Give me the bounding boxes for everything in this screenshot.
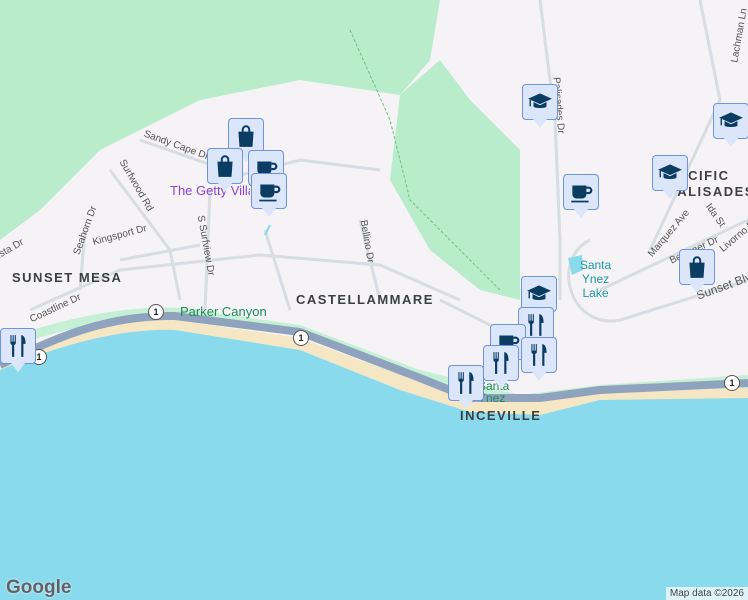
highway-1-shield: 1 xyxy=(148,304,164,320)
park-area-east xyxy=(390,60,520,300)
fork-knife-icon xyxy=(526,342,552,368)
graduation-cap-icon xyxy=(718,108,744,134)
coffee-cup-icon xyxy=(568,179,594,205)
fork-knife-icon xyxy=(523,312,549,338)
map-attribution[interactable]: Map data ©2026 xyxy=(665,587,748,600)
restaurant-marker[interactable] xyxy=(0,328,36,372)
graduation-cap-icon xyxy=(527,89,553,115)
google-logo: Google xyxy=(6,577,72,598)
shopping-marker[interactable] xyxy=(679,249,715,293)
highway-1-shield: 1 xyxy=(293,330,309,346)
shopping-marker[interactable] xyxy=(207,148,243,192)
restaurant-marker[interactable] xyxy=(448,365,484,409)
fork-knife-icon xyxy=(5,333,31,359)
cafe-marker[interactable] xyxy=(563,174,599,218)
coffee-cup-icon xyxy=(256,178,282,204)
area-label-castellammare: CASTELLAMMARE xyxy=(296,292,434,307)
restaurant-marker[interactable] xyxy=(521,337,557,381)
poi-parker-canyon[interactable]: Parker Canyon xyxy=(180,304,267,319)
graduation-cap-icon xyxy=(657,160,683,186)
graduation-cap-icon xyxy=(526,281,552,307)
fork-knife-icon xyxy=(453,370,479,396)
restaurant-marker[interactable] xyxy=(483,345,519,389)
park-area xyxy=(0,0,440,240)
school-marker[interactable] xyxy=(713,103,748,147)
shopping-bag-icon xyxy=(684,254,710,280)
area-label-inceville: INCEVILLE xyxy=(460,408,542,423)
area-label-sunset-mesa: SUNSET MESA xyxy=(12,270,123,285)
shopping-bag-icon xyxy=(233,123,259,149)
fork-knife-icon xyxy=(488,350,514,376)
poi-getty-villa[interactable]: The Getty Villa xyxy=(170,183,250,198)
school-marker[interactable] xyxy=(522,84,558,128)
cafe-marker[interactable] xyxy=(251,173,287,217)
school-marker[interactable] xyxy=(652,155,688,199)
poi-santa-ynez-lake[interactable]: Santa Ynez Lake xyxy=(568,258,623,300)
highway-1-shield: 1 xyxy=(724,375,740,391)
shopping-bag-icon xyxy=(212,153,238,179)
